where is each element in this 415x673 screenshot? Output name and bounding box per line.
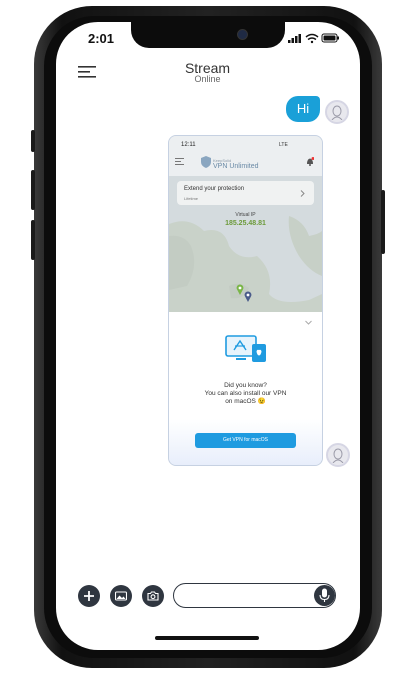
side-button-left-2 [31, 170, 35, 210]
shot-time: 12:11 [181, 142, 196, 148]
signal-icon [288, 34, 301, 43]
notch [131, 22, 285, 48]
shot-ip-label: Virtual IP [235, 212, 256, 218]
shot-card-title: Extend your protection [184, 186, 245, 192]
chat-status: Online [194, 74, 221, 84]
status-icons [288, 33, 339, 44]
shot-card-subtitle: Lifetime [184, 196, 199, 201]
shot-menu-icon [175, 158, 184, 165]
wifi-icon [305, 33, 319, 41]
side-button-right [381, 190, 385, 254]
side-button-left-1 [31, 130, 35, 152]
camera-icon [147, 591, 159, 601]
message-image[interactable]: 12:11 LTE KeepSolid VPN Unlimited Extend… [168, 135, 323, 466]
side-button-left-3 [31, 220, 35, 260]
avatar [326, 443, 350, 467]
camera-button[interactable] [142, 585, 164, 607]
avatar [325, 100, 349, 124]
shot-promo-card [177, 181, 314, 205]
shot-location-pin-icon [236, 284, 244, 295]
plus-icon [84, 591, 94, 601]
shot-server-pin-icon [244, 291, 252, 302]
image-icon [115, 591, 127, 601]
shot-did-you-know: Did you know? You can also install our V… [169, 382, 322, 406]
front-camera [237, 29, 248, 40]
shot-bell-icon [307, 157, 314, 166]
shot-shield-icon [201, 156, 211, 168]
avatar-icon [332, 448, 344, 463]
message-bubble-hi[interactable]: Hi [286, 96, 320, 122]
shot-status: LTE [279, 142, 288, 148]
shot-chevron-down-icon [305, 320, 312, 325]
voice-message-button[interactable] [314, 585, 335, 606]
shot-dyk-line2: You can also install our VPN [204, 390, 287, 397]
shot-chevron-right-icon [300, 190, 305, 197]
shot-devices-icon [225, 335, 266, 362]
shot-ip-value: 185.25.48.81 [225, 220, 266, 227]
add-attachment-button[interactable] [78, 585, 100, 607]
mic-icon [319, 588, 330, 602]
shot-dyk-line1: Did you know? [224, 382, 267, 389]
shot-get-vpn-button: Get VPN for macOS [195, 433, 296, 448]
home-indicator[interactable] [155, 636, 259, 640]
shot-dyk-line3: on macOS 😉 [225, 398, 266, 405]
avatar-icon [331, 105, 343, 120]
message-input[interactable] [173, 583, 336, 608]
gallery-button[interactable] [110, 585, 132, 607]
shot-app-name: VPN Unlimited [213, 163, 259, 170]
battery-icon [321, 33, 339, 43]
status-time: 2:01 [88, 31, 115, 46]
